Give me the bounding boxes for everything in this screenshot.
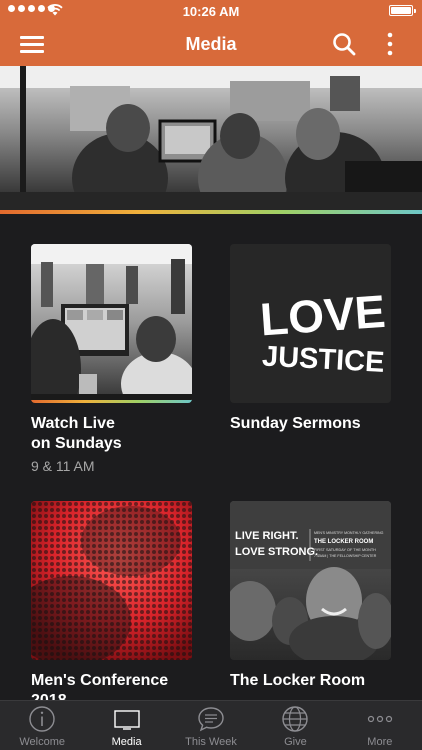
logo-line-love: LOVE [258, 285, 387, 346]
card-subtitle: 9 & 11 AM [31, 458, 95, 474]
poster-kicker: MEN'S MINISTRY MONTHLY GATHERING [314, 531, 384, 535]
chat-bubble-icon [198, 707, 224, 732]
love-justice-logo: LOVE JUSTICE [230, 244, 391, 403]
poster-headline-2: LOVE STRONG. [235, 546, 318, 558]
more-horizontal-icon [367, 715, 392, 723]
card-thumbnail [31, 244, 192, 403]
logo-line-justice: JUSTICE [261, 341, 385, 379]
media-card-locker-room[interactable]: LIVE RIGHT. LOVE STRONG. MEN'S MINISTRY … [230, 501, 391, 691]
red-halftone-face [31, 501, 192, 660]
control-room-photo [0, 66, 422, 212]
info-circle-icon [29, 706, 55, 732]
media-card-watch-live[interactable]: Watch Live on Sundays 9 & 11 AM [31, 244, 192, 474]
battery-icon [389, 5, 416, 16]
watch-progress-bar [31, 400, 192, 403]
card-title: Men's Conference 2018 [31, 672, 169, 700]
card-thumbnail [31, 501, 192, 660]
tab-welcome[interactable]: Welcome [0, 701, 84, 750]
poster-schedule: FIRST SATURDAY OF THE MONTH [314, 548, 376, 552]
media-card-sunday-sermons[interactable]: LOVE JUSTICE Sunday Sermons [230, 244, 391, 434]
hero-banner[interactable] [0, 66, 422, 212]
tab-give[interactable]: Give [253, 701, 337, 750]
tab-label: More [367, 736, 393, 748]
search-icon[interactable] [330, 30, 358, 58]
poster-details: 7:45AM | THE FELLOWSHIP CENTER [314, 554, 377, 558]
tab-more[interactable]: More [338, 701, 422, 750]
media-grid: Watch Live on Sundays 9 & 11 AM LOVE JUS… [0, 214, 422, 700]
tab-label: Media [111, 736, 142, 748]
locker-room-poster: LIVE RIGHT. LOVE STRONG. MEN'S MINISTRY … [230, 501, 391, 660]
status-bar: 10:26 AM [0, 0, 422, 22]
card-thumbnail: LIVE RIGHT. LOVE STRONG. MEN'S MINISTRY … [230, 501, 391, 660]
media-card-mens-conference[interactable]: Men's Conference 2018 [31, 501, 192, 700]
poster-name: THE LOCKER ROOM [314, 539, 373, 545]
nav-bar: Media [0, 22, 422, 66]
poster-headline-1: LIVE RIGHT. [235, 530, 299, 542]
tab-media[interactable]: Media [84, 701, 168, 750]
card-title: The Locker Room [230, 672, 366, 689]
monitor-icon [113, 710, 140, 730]
card-thumbnail: LOVE JUSTICE [230, 244, 391, 403]
tab-label: Welcome [19, 736, 66, 748]
status-time: 10:26 AM [182, 4, 240, 19]
live-stream-photo [31, 244, 192, 403]
page-title: Media [185, 34, 237, 54]
card-title: Sunday Sermons [230, 415, 361, 432]
tab-label: This Week [185, 736, 237, 748]
tab-bar: Welcome Media This Week Give More [0, 700, 422, 750]
card-title: Watch Live on Sundays [31, 415, 122, 452]
more-vertical-icon[interactable] [380, 30, 400, 58]
tab-this-week[interactable]: This Week [169, 701, 253, 750]
tab-label: Give [284, 736, 307, 748]
globe-icon [282, 706, 309, 732]
